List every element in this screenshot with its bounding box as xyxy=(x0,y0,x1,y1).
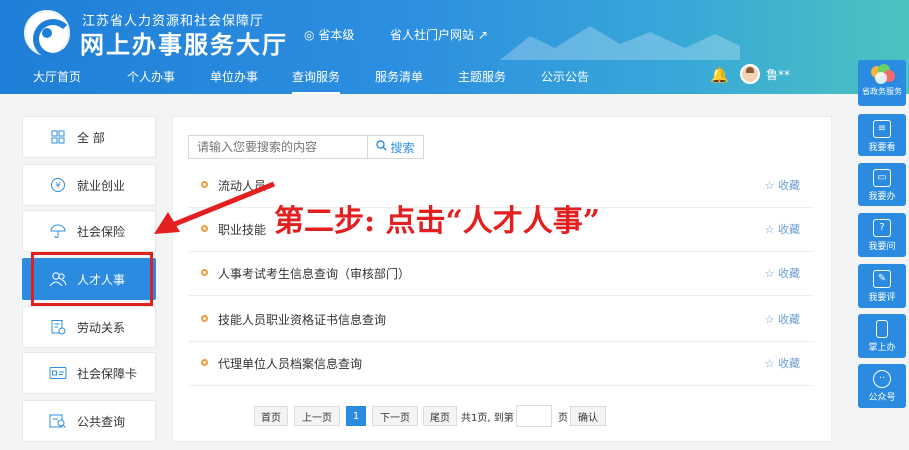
current-page-button[interactable]: 1 xyxy=(346,406,366,426)
search-input[interactable] xyxy=(188,135,368,159)
page-number-input[interactable] xyxy=(516,405,552,427)
next-page-button[interactable]: 下一页 xyxy=(372,406,418,426)
favorite-button[interactable]: ☆ 收藏 xyxy=(765,355,800,371)
favorite-label: 收藏 xyxy=(778,223,800,236)
right-bar-wechat[interactable]: ·· 公众号 xyxy=(858,364,906,408)
nav-home[interactable]: 大厅首页 xyxy=(33,68,81,85)
portal-link-label: 省人社门户网站 xyxy=(390,28,475,42)
nav-theme-service[interactable]: 主题服务 xyxy=(458,68,506,85)
right-bar-ask[interactable]: ? 我要问 xyxy=(858,213,906,257)
annotation-text: 第二步: 点击“人才人事” xyxy=(274,204,601,239)
last-page-button[interactable]: 尾页 xyxy=(423,406,457,426)
bullet-icon xyxy=(201,315,208,322)
list-item-title[interactable]: 人事考试考生信息查询（审核部门） xyxy=(218,265,410,282)
search-button-label: 搜索 xyxy=(390,140,415,155)
monitor-icon: ▭ xyxy=(873,169,891,187)
favorite-label: 收藏 xyxy=(778,313,800,326)
right-bar-view[interactable]: ≡ 我要看 xyxy=(858,114,906,156)
nav-announcements[interactable]: 公示公告 xyxy=(541,68,589,85)
right-bar-label: 我要评 xyxy=(868,293,896,303)
right-bar-label: 掌上办 xyxy=(868,343,896,353)
sidebar-item-social-insurance[interactable]: 社会保险 xyxy=(22,210,156,252)
nav-organization[interactable]: 单位办事 xyxy=(210,68,258,85)
nav-service-list[interactable]: 服务清单 xyxy=(375,68,423,85)
favorite-button[interactable]: ☆ 收藏 xyxy=(765,311,800,327)
phone-icon xyxy=(876,320,888,338)
list-item-title[interactable]: 代理单位人员档案信息查询 xyxy=(218,355,362,372)
sidebar-item-label: 劳动关系 xyxy=(77,320,126,335)
right-bar-label: 我要办 xyxy=(868,192,896,202)
external-link-icon: ↗ xyxy=(477,28,488,42)
region-label: 省本级 xyxy=(318,28,355,42)
favorite-label: 收藏 xyxy=(778,357,800,370)
list-item: 技能人员职业资格证书信息查询 ☆ 收藏 xyxy=(188,298,814,342)
search-doc-icon xyxy=(49,412,67,430)
province-logo-icon xyxy=(869,64,895,84)
umbrella-icon xyxy=(49,222,67,240)
province-service-button[interactable]: 省政务服务 xyxy=(858,60,906,106)
favorite-button[interactable]: ☆ 收藏 xyxy=(765,221,800,237)
avatar[interactable] xyxy=(740,64,760,84)
site-logo-icon[interactable] xyxy=(24,10,73,59)
sidebar-item-social-security-card[interactable]: 社会保障卡 xyxy=(22,352,156,394)
bullet-icon xyxy=(201,269,208,276)
prev-page-button[interactable]: 上一页 xyxy=(294,406,340,426)
sidebar-item-label: 社会保障卡 xyxy=(77,366,138,381)
sidebar-item-label: 公共查询 xyxy=(77,414,126,429)
right-bar-label: 我要问 xyxy=(868,242,896,252)
decorative-landscape xyxy=(500,26,740,60)
confirm-page-button[interactable]: 确认 xyxy=(570,406,606,426)
list-item: 人事考试考生信息查询（审核部门） ☆ 收藏 xyxy=(188,252,814,296)
right-bar-label: 我要看 xyxy=(868,143,896,153)
annotation-arrow-icon xyxy=(154,181,275,234)
search-icon xyxy=(376,140,387,154)
sidebar-item-all[interactable]: 全 部 xyxy=(22,116,156,158)
favorite-button[interactable]: ☆ 收藏 xyxy=(765,265,800,281)
book-icon: ≡ xyxy=(873,120,891,138)
sidebar-item-label: 全 部 xyxy=(77,130,105,145)
location-pin-icon: ◎ xyxy=(304,28,315,42)
right-bar-label: 公众号 xyxy=(868,393,896,403)
bell-icon[interactable]: 🔔 xyxy=(710,66,729,84)
favorite-label: 收藏 xyxy=(778,267,800,280)
edit-icon: ✎ xyxy=(873,270,891,288)
right-bar-mobile[interactable]: 掌上办 xyxy=(858,314,906,358)
favorite-label: 收藏 xyxy=(778,179,800,192)
list-item: 代理单位人员档案信息查询 ☆ 收藏 xyxy=(188,342,814,386)
document-icon xyxy=(49,318,67,336)
briefcase-icon: ¥ xyxy=(49,176,67,194)
header-bar: 江苏省人力资源和社会保障厅 网上办事服务大厅 ◎ 省本级 省人社门户网站 ↗ 大… xyxy=(0,0,909,94)
search-button[interactable]: 搜索 xyxy=(368,135,424,159)
province-service-label: 省政务服务 xyxy=(862,87,902,96)
sidebar-item-label: 社会保险 xyxy=(77,224,126,239)
bullet-icon xyxy=(201,359,208,366)
nav-personal[interactable]: 个人办事 xyxy=(127,68,175,85)
nav-query-service[interactable]: 查询服务 xyxy=(292,68,341,94)
highlight-box xyxy=(31,252,153,306)
portal-link[interactable]: 省人社门户网站 ↗ xyxy=(390,26,488,43)
sidebar-item-public-query[interactable]: 公共查询 xyxy=(22,400,156,442)
page-unit-text: 页 xyxy=(558,413,568,424)
region-selector[interactable]: ◎ 省本级 xyxy=(304,26,354,43)
question-icon: ? xyxy=(873,219,891,237)
list-item-title[interactable]: 技能人员职业资格证书信息查询 xyxy=(218,311,386,328)
sidebar-item-employment[interactable]: ¥ 就业创业 xyxy=(22,164,156,206)
sidebar-item-label: 就业创业 xyxy=(77,178,126,193)
grid-icon xyxy=(49,128,67,146)
sidebar-item-labor-relations[interactable]: 劳动关系 xyxy=(22,306,156,348)
card-icon xyxy=(49,364,67,382)
favorite-button[interactable]: ☆ 收藏 xyxy=(765,177,800,193)
hall-title[interactable]: 网上办事服务大厅 xyxy=(80,25,288,60)
username[interactable]: 鲁** xyxy=(766,66,790,83)
wechat-icon: ·· xyxy=(873,370,891,388)
page-total-text: 共1页, 到第 xyxy=(461,413,514,424)
right-bar-rate[interactable]: ✎ 我要评 xyxy=(858,264,906,308)
first-page-button[interactable]: 首页 xyxy=(254,406,288,426)
right-bar-do[interactable]: ▭ 我要办 xyxy=(858,163,906,206)
svg-text:¥: ¥ xyxy=(55,181,60,190)
